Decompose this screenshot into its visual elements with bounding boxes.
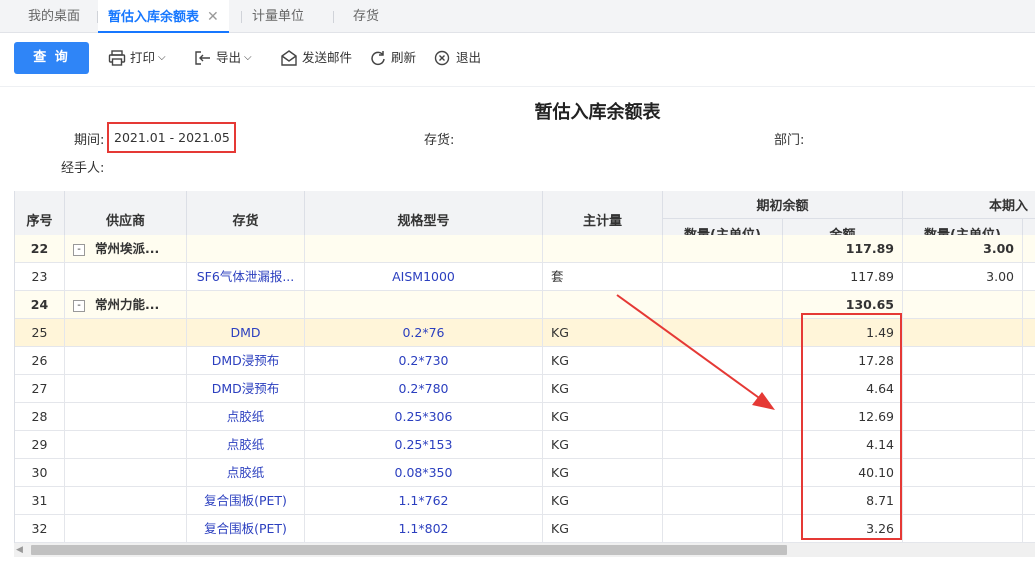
scrollbar-thumb[interactable] xyxy=(31,545,787,555)
scroll-left-icon[interactable]: ◀ xyxy=(16,545,23,555)
horizontal-scrollbar[interactable]: ◀ xyxy=(14,543,1035,557)
app-window: 我的桌面 暂估入库余额表 ✕ 计量单位 存货 查 询 打印 ⌵ 导出 ⌵ 发送邮… xyxy=(0,0,1035,564)
annotation-arrow xyxy=(616,294,775,410)
